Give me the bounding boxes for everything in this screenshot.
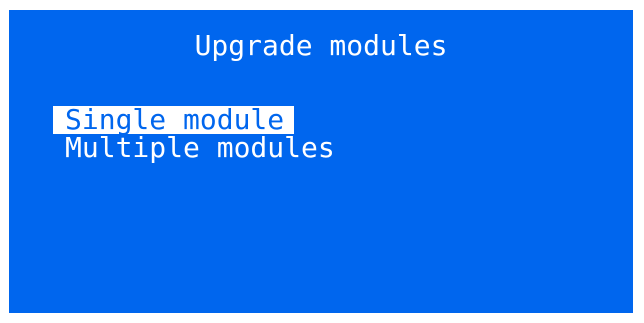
upgrade-menu: Single module Multiple modules — [53, 106, 345, 162]
screen-title: Upgrade modules — [194, 29, 448, 62]
device-screen: Upgrade modules Single module Multiple m… — [9, 10, 633, 313]
menu-item-single-module[interactable]: Single module — [53, 106, 295, 134]
menu-item-multiple-modules[interactable]: Multiple modules — [53, 134, 345, 162]
